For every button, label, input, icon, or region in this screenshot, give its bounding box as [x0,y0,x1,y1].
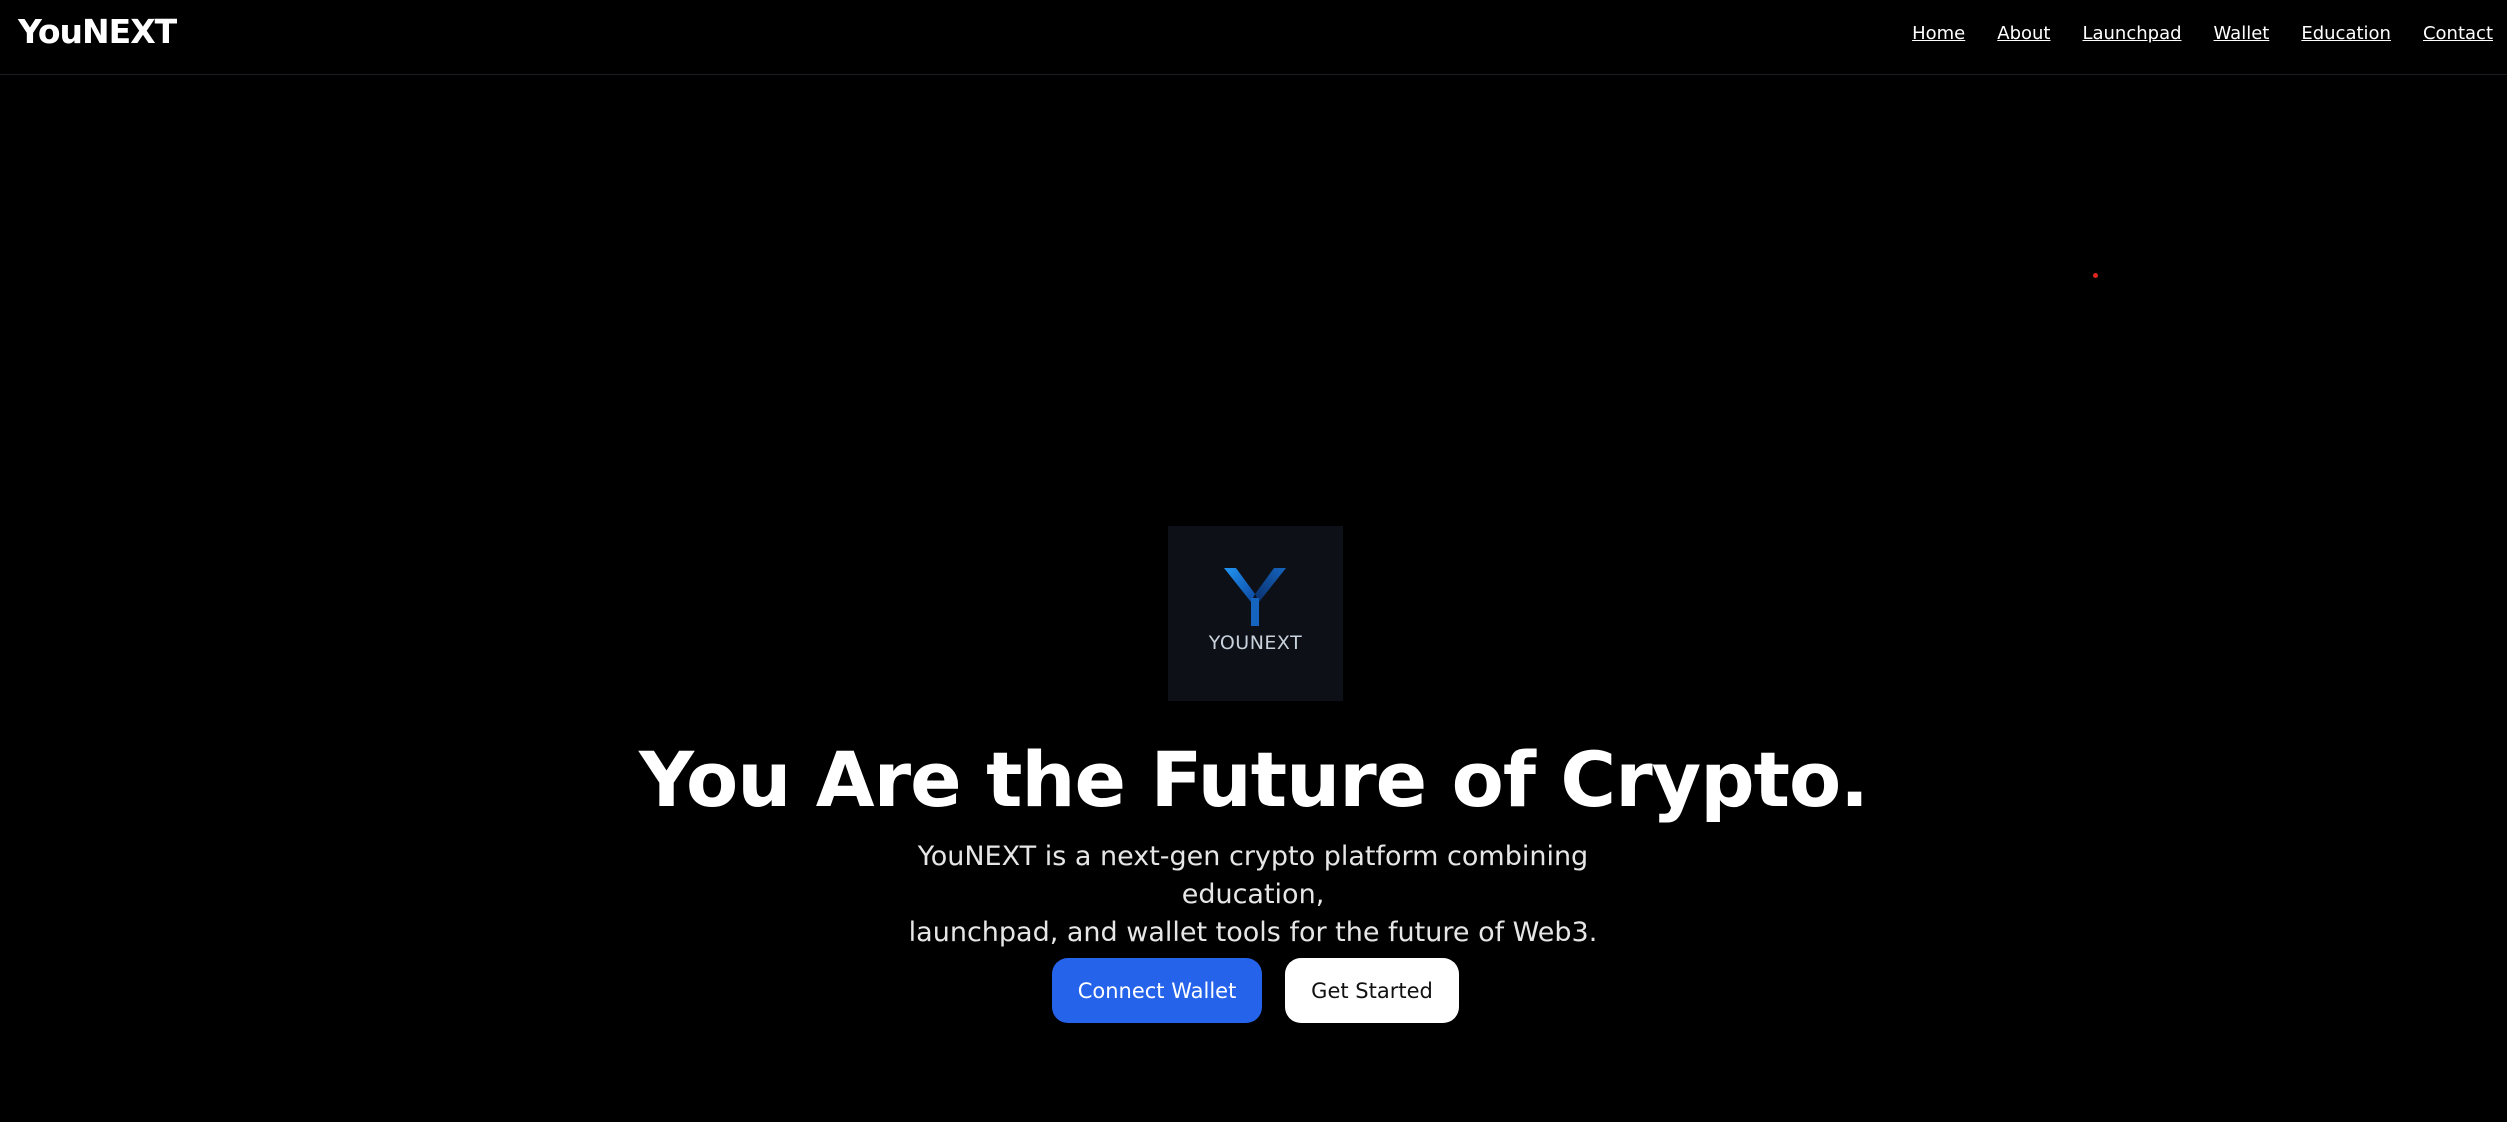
hero-title: You Are the Future of Crypto. [638,735,1869,824]
hero-subtitle-line-1: YouNEXT is a next-gen crypto platform co… [917,841,1589,910]
get-started-button[interactable]: Get Started [1285,958,1459,1023]
brand-logo-text[interactable]: YouNEXT [18,10,177,54]
hero-subtitle: YouNEXT is a next-gen crypto platform co… [853,838,1653,952]
top-navigation-bar: YouNEXT Home About Launchpad Wallet Educ… [0,0,2507,75]
decorative-red-dot [2093,273,2098,278]
y-mark-icon [1224,568,1286,626]
younext-logo-tile: YOUNEXT [1168,526,1343,701]
nav-link-launchpad[interactable]: Launchpad [2082,23,2181,44]
nav-link-home[interactable]: Home [1912,23,1965,44]
nav-link-wallet[interactable]: Wallet [2214,23,2270,44]
hero-subtitle-line-2: launchpad, and wallet tools for the futu… [908,917,1598,948]
logo-wordmark: YOUNEXT [1208,632,1303,654]
nav-link-education[interactable]: Education [2301,23,2391,44]
nav-link-about[interactable]: About [1997,23,2050,44]
nav-link-contact[interactable]: Contact [2423,23,2493,44]
connect-wallet-button[interactable]: Connect Wallet [1052,958,1262,1023]
main-nav: Home About Launchpad Wallet Education Co… [1912,18,2493,48]
